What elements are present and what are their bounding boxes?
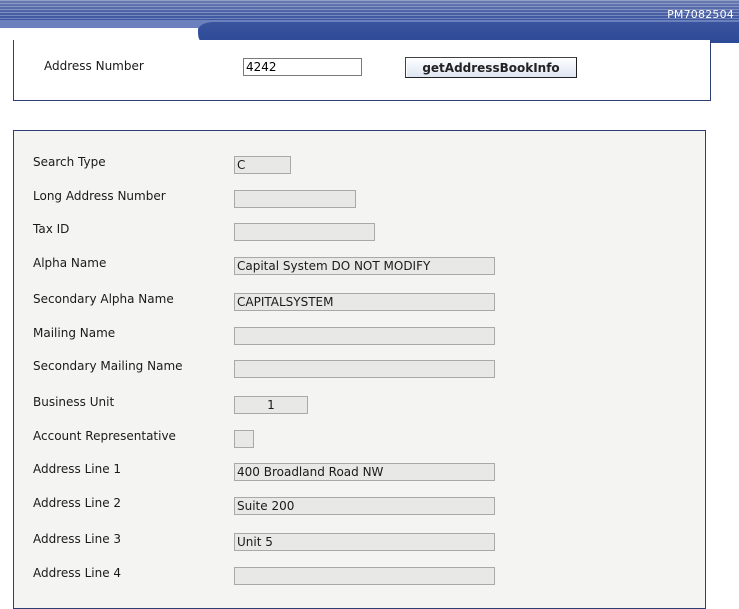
secondary-alpha-name-label: Secondary Alpha Name xyxy=(33,292,174,306)
business-unit-field: 1 xyxy=(234,396,308,414)
get-address-book-info-button[interactable]: getAddressBookInfo xyxy=(405,57,577,78)
address-book-record-panel: Search Type C Long Address Number Tax ID… xyxy=(13,130,706,609)
address-line-4-field xyxy=(234,567,495,585)
address-line-3-label: Address Line 3 xyxy=(33,532,122,546)
address-line-2-label: Address Line 2 xyxy=(33,496,122,510)
address-number-input[interactable] xyxy=(243,58,362,76)
alpha-name-field: Capital System DO NOT MODIFY xyxy=(234,257,495,275)
mailing-name-label: Mailing Name xyxy=(33,326,116,340)
address-line-1-label: Address Line 1 xyxy=(33,462,122,476)
search-type-label: Search Type xyxy=(33,155,106,169)
secondary-mailing-name-label: Secondary Mailing Name xyxy=(33,359,183,373)
address-number-label: Address Number xyxy=(44,59,144,73)
banner-graphic xyxy=(0,0,739,43)
address-line-1-field: 400 Broadland Road NW xyxy=(234,463,495,481)
tax-id-label: Tax ID xyxy=(33,222,70,236)
address-line-2-field: Suite 200 xyxy=(234,497,495,515)
header-banner: PM7082504 xyxy=(0,0,739,43)
address-line-3-field: Unit 5 xyxy=(234,533,495,551)
account-representative-label: Account Representative xyxy=(33,429,176,443)
business-unit-label: Business Unit xyxy=(33,395,115,409)
secondary-alpha-name-field: CAPITALSYSTEM xyxy=(234,293,495,311)
search-type-field: C xyxy=(234,156,291,174)
tax-id-field xyxy=(234,223,375,241)
account-representative-field xyxy=(234,430,254,448)
secondary-mailing-name-field xyxy=(234,360,495,378)
mailing-name-field xyxy=(234,327,495,345)
address-query-panel: Address Number getAddressBookInfo xyxy=(13,40,711,101)
address-line-4-label: Address Line 4 xyxy=(33,566,122,580)
alpha-name-label: Alpha Name xyxy=(33,256,107,270)
banner-code: PM7082504 xyxy=(667,8,734,21)
long-address-number-label: Long Address Number xyxy=(33,189,166,203)
long-address-number-field xyxy=(234,190,356,208)
